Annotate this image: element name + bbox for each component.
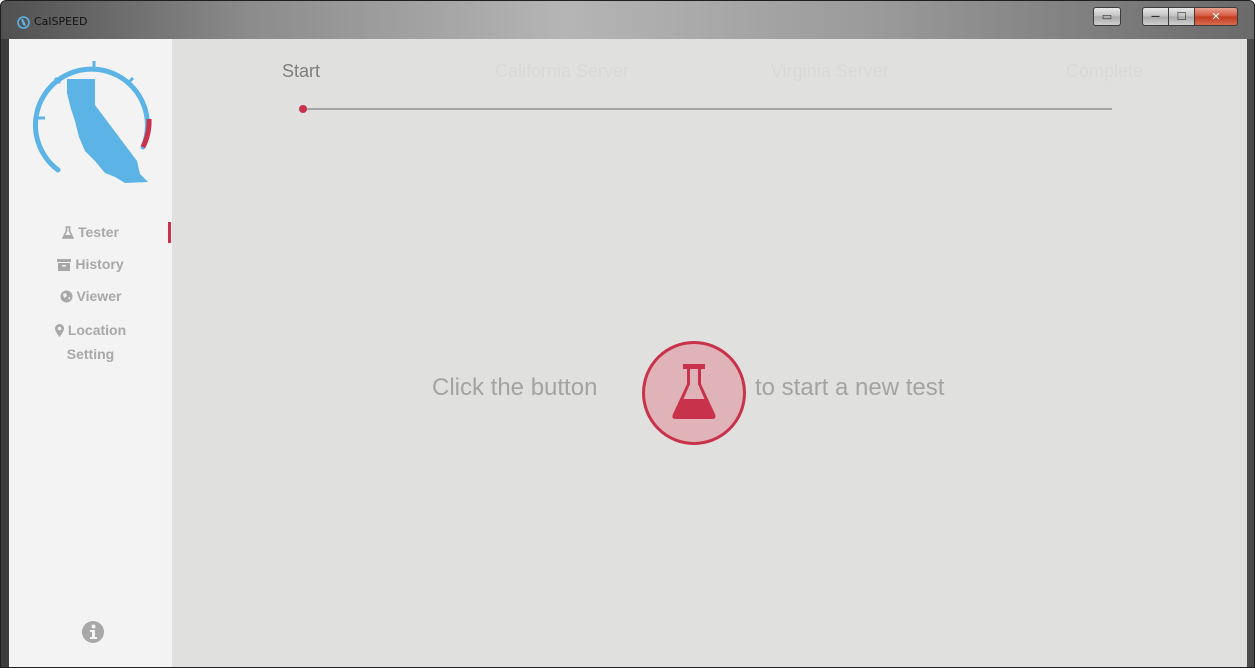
window-title: CalSPEED bbox=[34, 15, 88, 28]
active-nav-indicator bbox=[168, 222, 171, 243]
map-pin-icon bbox=[54, 324, 64, 337]
flask-icon bbox=[62, 226, 74, 239]
calspeed-logo bbox=[33, 61, 152, 183]
sidebar-item-history[interactable]: History bbox=[9, 253, 172, 276]
app-window: CalSPEED ▭ — ☐ ✕ Tester History Viewer L… bbox=[0, 0, 1255, 668]
globe-icon bbox=[60, 290, 73, 303]
close-button[interactable]: ✕ bbox=[1194, 7, 1238, 26]
sidebar-item-label: Tester bbox=[78, 224, 119, 240]
sidebar-item-label: History bbox=[75, 256, 124, 272]
start-test-button[interactable] bbox=[642, 341, 746, 445]
sidebar-item-label: Viewer bbox=[76, 288, 122, 304]
sidebar-item-tester[interactable]: Tester bbox=[9, 221, 172, 244]
sidebar: Tester History Viewer Location Setting bbox=[9, 39, 172, 667]
info-icon[interactable] bbox=[81, 620, 105, 644]
archive-icon bbox=[57, 259, 72, 271]
progress-indicator-dot bbox=[299, 105, 307, 113]
flask-icon bbox=[672, 364, 716, 419]
step-virginia-server: Virginia Server bbox=[771, 61, 889, 81]
step-complete: Complete bbox=[1066, 61, 1144, 81]
step-california-server: California Server bbox=[495, 61, 630, 81]
progress-track bbox=[306, 108, 1112, 110]
sidebar-item-viewer[interactable]: Viewer bbox=[9, 285, 172, 308]
sidebar-item-label-line2: Setting bbox=[66, 346, 115, 362]
sidebar-item-location-setting[interactable]: Location Setting bbox=[9, 318, 172, 366]
step-start: Start bbox=[282, 61, 321, 81]
minimize-button[interactable]: — bbox=[1142, 7, 1169, 26]
window-switch-icon: ▭ bbox=[1101, 10, 1113, 23]
tester-main-panel: Start California Server Virginia Server … bbox=[172, 39, 1247, 667]
window-switch-button[interactable]: ▭ bbox=[1093, 7, 1121, 26]
calspeed-app-icon bbox=[17, 16, 30, 29]
start-instruction-before: Click the button bbox=[432, 374, 598, 401]
maximize-icon: ☐ bbox=[1176, 10, 1187, 23]
sidebar-item-label: Location bbox=[67, 322, 127, 338]
start-instruction-after: to start a new test bbox=[755, 374, 945, 401]
close-icon: ✕ bbox=[1211, 10, 1221, 23]
title-bar[interactable]: CalSPEED ▭ — ☐ ✕ bbox=[1, 1, 1254, 39]
app-client-area: Tester History Viewer Location Setting S… bbox=[9, 39, 1247, 667]
maximize-button[interactable]: ☐ bbox=[1168, 7, 1195, 26]
minimize-icon: — bbox=[1151, 11, 1160, 22]
